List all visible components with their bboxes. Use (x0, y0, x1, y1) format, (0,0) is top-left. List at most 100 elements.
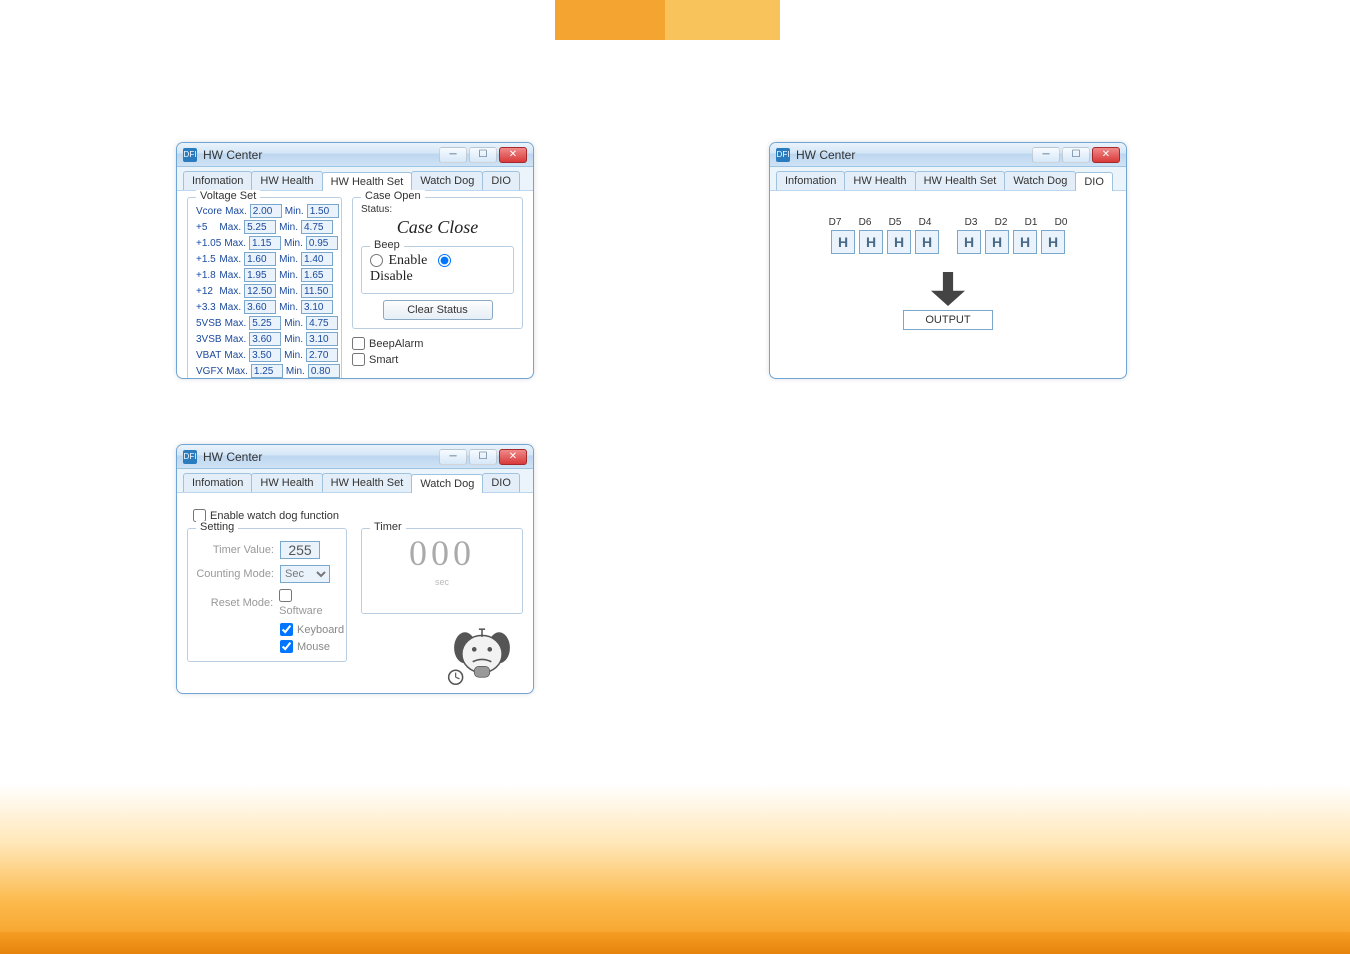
beepalarm-checkbox[interactable] (352, 337, 365, 350)
max-label: Max. (219, 222, 241, 233)
dio-label: D6 (853, 217, 877, 228)
close-button[interactable]: ✕ (1092, 147, 1120, 163)
plus18-max[interactable] (244, 268, 276, 282)
dio-bit-d1[interactable]: H (1013, 230, 1037, 254)
minimize-button[interactable]: ─ (439, 147, 467, 163)
enable-label: Enable (389, 253, 428, 268)
maximize-button[interactable]: ☐ (1062, 147, 1090, 163)
reset-keyboard-checkbox[interactable]: Keyboard (280, 623, 338, 636)
dio-bit-d4[interactable]: H (915, 230, 939, 254)
min-label: Min. (279, 286, 298, 297)
tab-watch-dog[interactable]: Watch Dog (411, 171, 483, 190)
dio-bit-d2[interactable]: H (985, 230, 1009, 254)
minimize-button[interactable]: ─ (439, 449, 467, 465)
vbat-min[interactable] (306, 348, 338, 362)
window-title: HW Center (203, 450, 262, 464)
watchdog-illustration-icon (441, 623, 523, 685)
min-label: Min. (279, 254, 298, 265)
tab-hw-health[interactable]: HW Health (251, 473, 322, 492)
tab-dio[interactable]: DIO (1075, 172, 1113, 191)
counting-mode-select[interactable]: Sec (280, 565, 330, 583)
tab-infomation[interactable]: Infomation (776, 171, 845, 190)
smart-checkbox[interactable] (352, 353, 365, 366)
close-button[interactable]: ✕ (499, 449, 527, 465)
tabstrip: Infomation HW Health HW Health Set Watch… (177, 469, 533, 493)
tab-hw-health[interactable]: HW Health (844, 171, 915, 190)
reset-mouse-checkbox[interactable]: Mouse (280, 640, 338, 653)
row-label: VGFX (196, 366, 223, 377)
5vsb-max[interactable] (249, 316, 281, 330)
dio-bit-d0[interactable]: H (1041, 230, 1065, 254)
tab-hw-health-set[interactable]: HW Health Set (322, 473, 413, 492)
min-label: Min. (279, 270, 298, 281)
plus5-max[interactable] (244, 220, 276, 234)
titlebar[interactable]: DFI HW Center ─ ☐ ✕ (177, 445, 533, 469)
vcore-max[interactable] (250, 204, 282, 218)
tab-hw-health[interactable]: HW Health (251, 171, 322, 190)
min-label: Min. (279, 222, 298, 233)
3vsb-max[interactable] (249, 332, 281, 346)
beepalarm-label: BeepAlarm (369, 338, 423, 350)
plus105-min[interactable] (306, 236, 338, 250)
row-label: +5 (196, 222, 216, 233)
dio-bit-d3[interactable]: H (957, 230, 981, 254)
plus12-max[interactable] (244, 284, 276, 298)
reset-software-checkbox[interactable]: Software (279, 589, 338, 617)
plus33-min[interactable] (301, 300, 333, 314)
plus15-min[interactable] (301, 252, 333, 266)
max-label: Max. (225, 206, 247, 217)
row-label: 5VSB (196, 318, 222, 329)
smart-label: Smart (369, 354, 398, 366)
clear-status-button[interactable]: Clear Status (383, 300, 493, 320)
min-label: Min. (284, 318, 303, 329)
tab-hw-health-set[interactable]: HW Health Set (322, 172, 413, 191)
plus12-min[interactable] (301, 284, 333, 298)
maximize-button[interactable]: ☐ (469, 147, 497, 163)
maximize-button[interactable]: ☐ (469, 449, 497, 465)
plus18-min[interactable] (301, 268, 333, 282)
window-hw-health-set: DFI HW Center ─ ☐ ✕ Infomation HW Health… (177, 143, 533, 378)
tab-dio[interactable]: DIO (482, 171, 520, 190)
vbat-max[interactable] (249, 348, 281, 362)
tab-watch-dog[interactable]: Watch Dog (1004, 171, 1076, 190)
plus15-max[interactable] (244, 252, 276, 266)
max-label: Max. (219, 254, 241, 265)
minimize-button[interactable]: ─ (1032, 147, 1060, 163)
plus105-max[interactable] (249, 236, 281, 250)
plus33-max[interactable] (244, 300, 276, 314)
min-label: Min. (284, 350, 303, 361)
dio-labels-row: D7 D6 D5 D4 D3 D2 D1 D0 (780, 217, 1116, 228)
app-icon: DFI (183, 148, 197, 162)
max-label: Max. (225, 334, 247, 345)
beep-enable-radio[interactable]: Enable (370, 253, 427, 268)
dio-bit-d5[interactable]: H (887, 230, 911, 254)
setting-group: Setting Timer Value: Counting Mode: Sec … (187, 528, 347, 662)
tab-infomation[interactable]: Infomation (183, 473, 252, 492)
titlebar[interactable]: DFI HW Center ─ ☐ ✕ (770, 143, 1126, 167)
row-label: VBAT (196, 350, 221, 361)
plus5-min[interactable] (301, 220, 333, 234)
vgfx-max[interactable] (251, 364, 283, 378)
timer-value-input[interactable] (280, 541, 320, 559)
row-label: +12 (196, 286, 216, 297)
case-open-legend: Case Open (361, 190, 425, 202)
close-button[interactable]: ✕ (499, 147, 527, 163)
dio-bit-d7[interactable]: H (831, 230, 855, 254)
dio-bit-d6[interactable]: H (859, 230, 883, 254)
titlebar[interactable]: DFI HW Center ─ ☐ ✕ (177, 143, 533, 167)
row-label: +1.5 (196, 254, 216, 265)
tab-watch-dog[interactable]: Watch Dog (411, 474, 483, 493)
window-title: HW Center (796, 148, 855, 162)
reset-software-label: Software (279, 605, 322, 617)
tab-hw-health-set[interactable]: HW Health Set (915, 171, 1006, 190)
timer-display: 000 (370, 535, 514, 571)
tab-dio[interactable]: DIO (482, 473, 520, 492)
3vsb-min[interactable] (306, 332, 338, 346)
app-icon: DFI (776, 148, 790, 162)
tabstrip: Infomation HW Health HW Health Set Watch… (177, 167, 533, 191)
5vsb-min[interactable] (306, 316, 338, 330)
vgfx-min[interactable] (308, 364, 340, 378)
vcore-min[interactable] (307, 204, 339, 218)
tab-infomation[interactable]: Infomation (183, 171, 252, 190)
dio-label: D0 (1049, 217, 1073, 228)
